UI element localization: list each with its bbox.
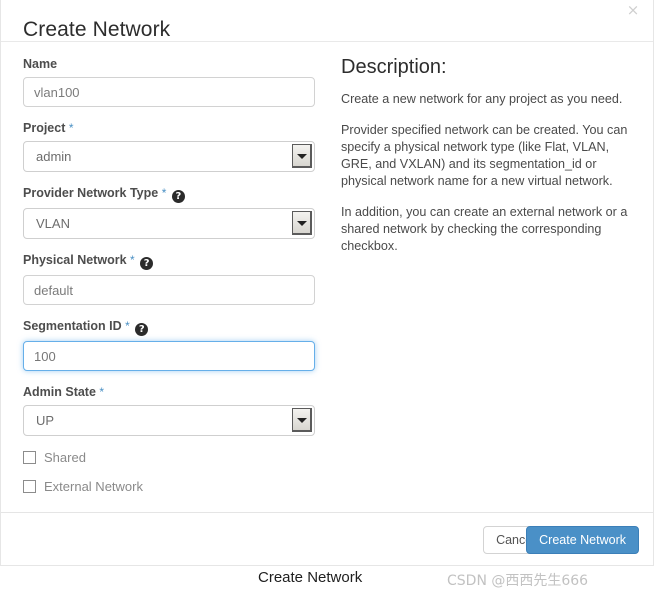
create-network-dialog: Create Network × Name Project * admin [0, 0, 654, 566]
dialog-footer: Cancel Create Network [1, 512, 653, 565]
form-group-segmentation-id: Segmentation ID * ? [23, 318, 319, 371]
help-icon[interactable]: ? [135, 323, 149, 336]
description-paragraph: Provider specified network can be create… [341, 123, 628, 188]
description-paragraph: Create a new network for any project as … [341, 92, 623, 106]
physical-network-input[interactable] [23, 275, 315, 305]
project-select-value[interactable]: admin [23, 141, 315, 172]
label-segmentation-id: Segmentation ID * ? [23, 318, 319, 336]
provider-network-type-select[interactable]: VLAN [23, 208, 315, 239]
form-group-physical-network: Physical Network * ? [23, 252, 319, 305]
description-panel: Description: Create a new network for an… [341, 56, 631, 269]
label-admin-state: Admin State * [23, 384, 319, 400]
label-project: Project * [23, 120, 319, 136]
help-icon[interactable]: ? [171, 190, 185, 203]
form-group-provider-network-type: Provider Network Type * ? VLAN [23, 185, 319, 239]
label-name: Name [23, 56, 319, 72]
external-network-checkbox-label[interactable]: External Network [44, 479, 143, 494]
description-paragraph: In addition, you can create an external … [341, 205, 628, 253]
checkbox-row-shared[interactable]: Shared [23, 450, 319, 465]
chevron-down-icon[interactable] [292, 408, 312, 432]
label-text-project: Project [23, 121, 66, 135]
required-marker-segmentation-id: * [125, 319, 130, 333]
chevron-down-icon[interactable] [292, 144, 312, 168]
required-marker-project: * [68, 121, 74, 135]
description-heading: Description: [341, 56, 447, 78]
admin-state-select[interactable]: UP [23, 405, 315, 436]
help-icon[interactable]: ? [140, 257, 154, 270]
label-text-admin-state: Admin State [23, 385, 96, 399]
dialog-body: Name Project * admin Provider Network Ty… [1, 42, 653, 512]
caption-label: Create Network [258, 569, 363, 586]
form-group-project: Project * admin [23, 120, 319, 172]
dialog-header: Create Network × [1, 0, 653, 42]
required-marker-provider-network-type: * [161, 186, 167, 200]
watermark: CSDN @西西先生666 [447, 573, 589, 589]
label-text-name: Name [23, 57, 58, 71]
project-select[interactable]: admin [23, 141, 315, 172]
create-network-button[interactable]: Create Network [526, 526, 639, 554]
chevron-down-icon[interactable] [292, 211, 312, 235]
shared-checkbox[interactable] [23, 451, 36, 464]
segmentation-id-input[interactable] [23, 341, 315, 371]
required-marker-admin-state: * [99, 385, 105, 399]
required-marker-physical-network: * [130, 253, 135, 267]
caption-bar: Create Network CSDN @西西先生666 [0, 566, 654, 593]
label-provider-network-type: Provider Network Type * ? [23, 185, 319, 203]
network-form: Name Project * admin Provider Network Ty… [23, 56, 319, 494]
page-title: Create Network [23, 18, 171, 42]
label-text-segmentation-id: Segmentation ID [23, 319, 122, 333]
name-input[interactable] [23, 77, 315, 107]
label-text-physical-network: Physical Network [23, 253, 127, 267]
external-network-checkbox[interactable] [23, 480, 36, 493]
label-text-provider-network-type: Provider Network Type [23, 186, 159, 200]
shared-checkbox-label[interactable]: Shared [44, 450, 86, 465]
label-physical-network: Physical Network * ? [23, 252, 319, 270]
checkbox-row-external-network[interactable]: External Network [23, 479, 319, 494]
provider-network-type-select-value[interactable]: VLAN [23, 208, 315, 239]
form-group-admin-state: Admin State * UP [23, 384, 319, 436]
form-group-name: Name [23, 56, 319, 107]
admin-state-select-value[interactable]: UP [23, 405, 315, 436]
close-icon[interactable]: × [625, 2, 641, 18]
